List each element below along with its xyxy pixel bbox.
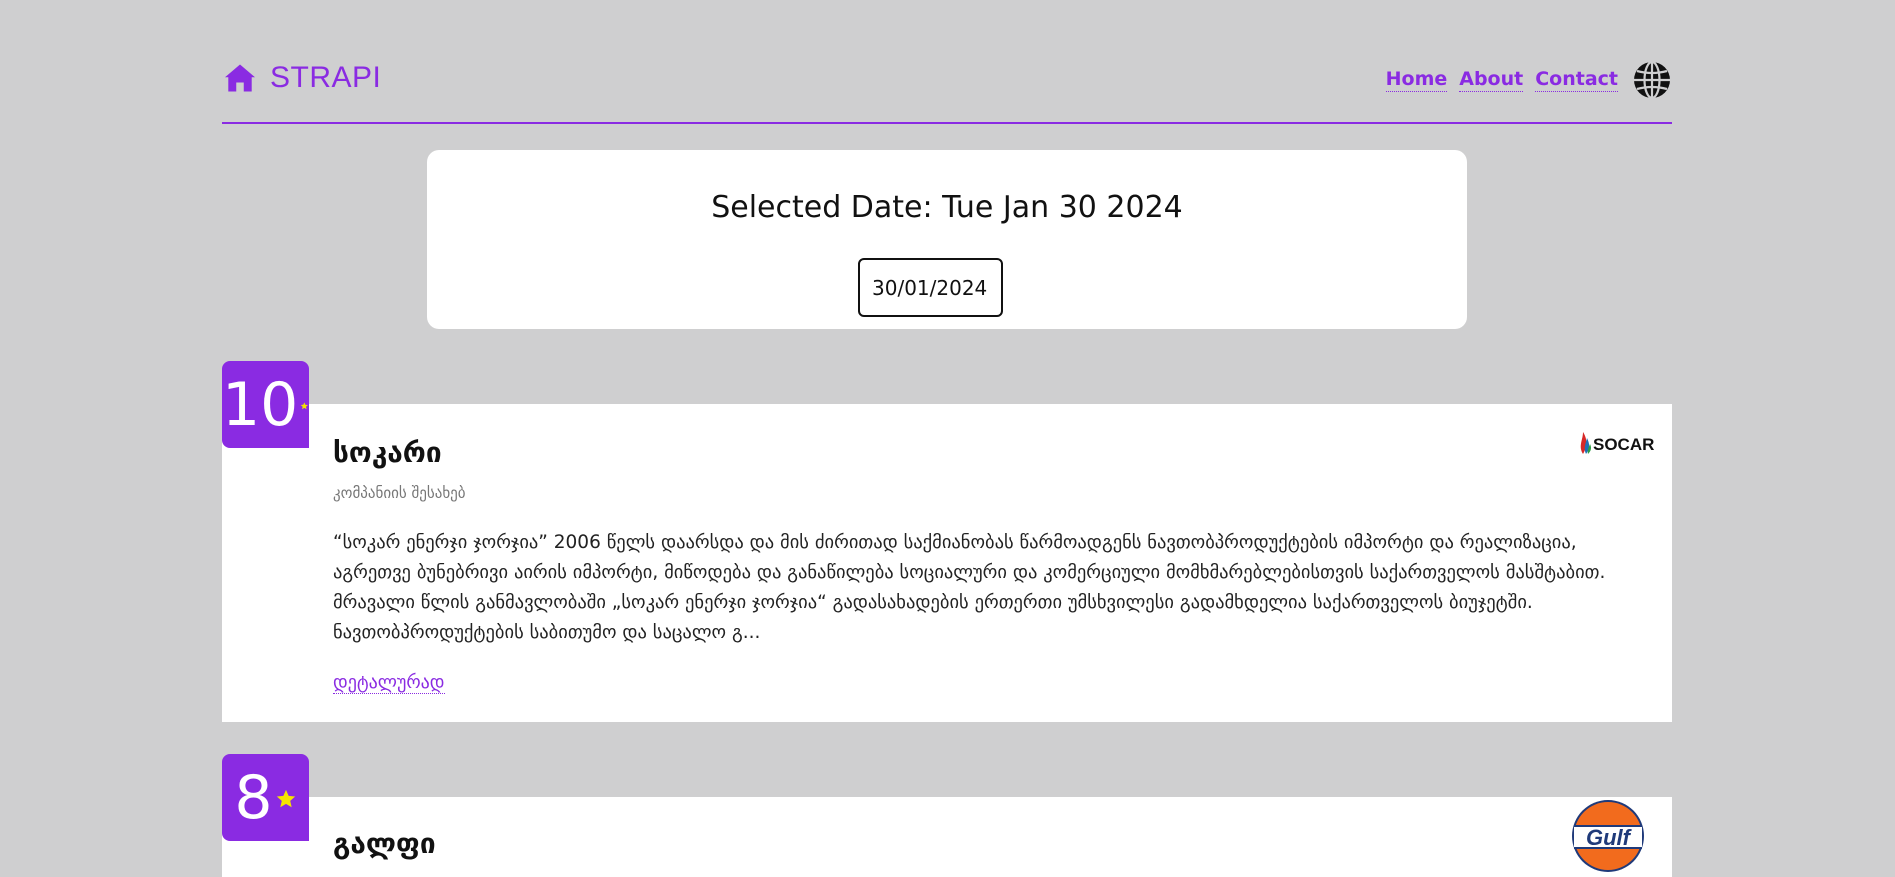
rating-value: 8: [234, 762, 273, 833]
brand-name: STRAPI: [270, 61, 382, 94]
company-name: გალფი: [333, 827, 436, 860]
nav-contact-link[interactable]: Contact: [1535, 68, 1618, 92]
gulf-logo: Gulf: [1571, 799, 1645, 873]
selected-date-heading: Selected Date: Tue Jan 30 2024: [711, 190, 1183, 225]
company-subtitle: კომპანიის შესახებ: [333, 484, 466, 502]
site-header: STRAPI Home About Contact: [222, 50, 1672, 124]
company-name: სოკარი: [333, 436, 442, 469]
rating-value: 10: [222, 369, 299, 440]
rating-badge: 10: [222, 361, 309, 448]
home-icon: [225, 64, 255, 92]
rating-badge: 8: [222, 754, 309, 841]
socar-logo-text: SOCAR: [1593, 435, 1655, 454]
company-card: გალფი Gulf: [222, 797, 1672, 877]
company-card: სოკარი კომპანიის შესახებ “სოკარ ენერჯი ჯ…: [222, 404, 1672, 722]
company-description: “სოკარ ენერჯი ჯორჯია” 2006 წელს დაარსდა …: [333, 532, 1606, 643]
main-nav: Home About Contact: [1385, 60, 1672, 100]
details-link[interactable]: დეტალურად: [333, 672, 445, 694]
star-icon: [276, 789, 295, 807]
brand-link[interactable]: STRAPI: [222, 60, 381, 96]
nav-about-link[interactable]: About: [1459, 68, 1524, 92]
globe-icon[interactable]: [1632, 60, 1672, 100]
socar-logo: SOCAR: [1577, 426, 1654, 462]
gulf-logo-text: Gulf: [1586, 825, 1630, 850]
date-input[interactable]: 30/01/2024: [858, 258, 1003, 317]
date-input-value: 30/01/2024: [872, 275, 988, 300]
nav-home-link[interactable]: Home: [1385, 68, 1448, 92]
date-selector-card: Selected Date: Tue Jan 30 2024 30/01/202…: [427, 150, 1467, 329]
star-icon: [301, 401, 309, 409]
